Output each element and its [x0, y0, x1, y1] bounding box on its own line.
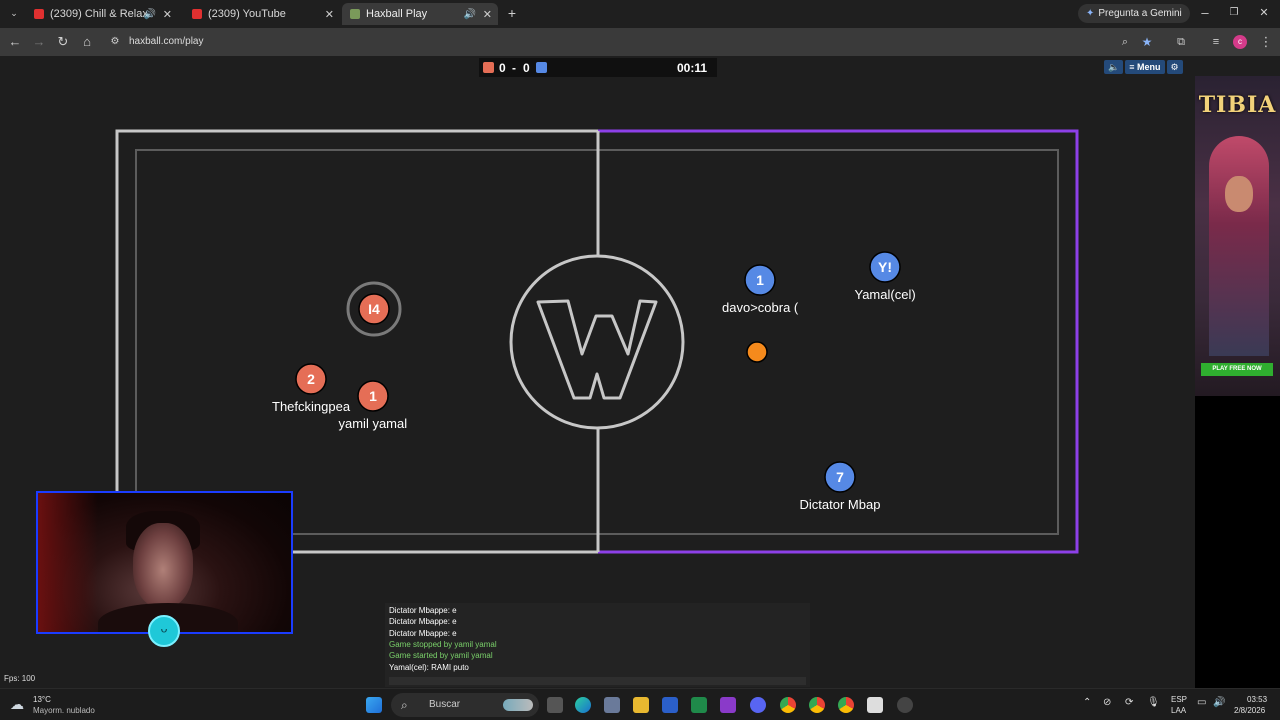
player-number: Y! [878, 259, 892, 275]
search-highlight-icon [503, 699, 533, 711]
search-label: Buscar [429, 699, 461, 710]
player-red-2: 1 [357, 380, 389, 412]
player-name-label: Thefckingpea [272, 399, 351, 414]
volume-icon[interactable]: 🔊 [1213, 697, 1225, 708]
player-blue-5: 7 [824, 461, 856, 493]
chat-panel: Dictator Mbappe: e Dictator Mbappe: e Dict… [385, 603, 810, 687]
ad-play-button[interactable]: PLAY FREE NOW [1201, 363, 1273, 376]
clipchamp-icon[interactable] [720, 697, 736, 713]
clock-time[interactable]: 03:53 [1247, 695, 1267, 704]
language-bottom[interactable]: LAA [1171, 706, 1186, 715]
language-top[interactable]: ESP [1171, 695, 1187, 704]
player-name-label: yamil yamal [338, 416, 408, 431]
edge-icon[interactable] [575, 697, 591, 713]
cat-logo-icon: ᵕ [148, 615, 180, 647]
settings-icon[interactable] [604, 697, 620, 713]
weather-temp: 13°C [33, 695, 51, 704]
ball [746, 341, 768, 363]
player-name-label: davo>cobra ( [722, 300, 799, 315]
chat-message: Yamal(cel): RAMI puto [389, 662, 469, 672]
display-icon[interactable]: ▭ [1197, 697, 1206, 708]
chat-message: Game stopped by yamil yamal [389, 639, 497, 649]
player-name-label: Dictator Mbap [799, 497, 881, 512]
file-explorer-icon[interactable] [633, 697, 649, 713]
discord-icon[interactable] [750, 697, 766, 713]
chrome-second-profile-icon[interactable] [838, 697, 854, 713]
chat-message: Dictator Mbappe: e [389, 606, 457, 615]
webcam-curtain [38, 493, 98, 632]
notifications-off-icon[interactable]: ⊘ [1103, 697, 1111, 708]
chevron-up-icon[interactable]: ⌃ [1083, 697, 1091, 708]
cloud-icon[interactable]: ☁ [10, 696, 24, 713]
player-red-1: 2 [295, 363, 327, 395]
player-number: 7 [836, 469, 844, 485]
chrome-icon[interactable] [780, 697, 796, 713]
store-icon[interactable] [867, 697, 883, 713]
player-number: 1 [369, 388, 377, 404]
player-blue-4: Y! [869, 251, 901, 283]
player-blue-3: 1 [744, 264, 776, 296]
fps-counter: Fps: 100 [4, 674, 36, 683]
player-red-0: I4 [346, 281, 402, 337]
task-view-icon[interactable] [547, 697, 563, 713]
player-number: 2 [307, 371, 315, 387]
search-icon: ⌕ [401, 698, 408, 712]
player-number: I4 [368, 301, 380, 317]
ad-title: TIBIA [1198, 92, 1277, 118]
webcam-face [133, 523, 193, 608]
ad-character-face [1225, 176, 1253, 212]
player-number: 1 [756, 272, 764, 288]
player-name-label: Yamal(cel) [854, 287, 916, 302]
chat-message: Dictator Mbappe: e [389, 617, 457, 627]
ad-blank-area [1195, 396, 1280, 688]
chrome-profile-icon[interactable] [809, 697, 825, 713]
chat-message: Game started by yamil yamal [389, 651, 493, 661]
chat-message: Dictator Mbappe: e [389, 628, 457, 638]
word-icon[interactable] [662, 697, 678, 713]
ad-character-image [1209, 136, 1269, 356]
clock-date[interactable]: 2/8/2026 [1234, 706, 1265, 715]
windows-taskbar: ☁ 13°C Mayorm. nublado ⌕ Buscar ⌃ ⊘ ⟳ 🎙 … [0, 688, 1280, 720]
field-lines [115, 129, 1079, 554]
windows-start-icon[interactable] [366, 697, 382, 713]
excel-icon[interactable] [691, 697, 707, 713]
chat-input[interactable] [389, 677, 806, 685]
webcam-overlay [36, 491, 293, 634]
tibia-advertisement[interactable]: TIBIA PLAY FREE NOW [1195, 76, 1280, 396]
taskbar-search[interactable]: ⌕ Buscar [391, 693, 539, 717]
center-circle [509, 254, 685, 430]
sync-icon[interactable]: ⟳ [1125, 697, 1133, 708]
app-icon[interactable] [897, 697, 913, 713]
microphone-icon[interactable]: 🎙 [1147, 697, 1160, 708]
weather-desc: Mayorm. nublado [33, 706, 95, 715]
